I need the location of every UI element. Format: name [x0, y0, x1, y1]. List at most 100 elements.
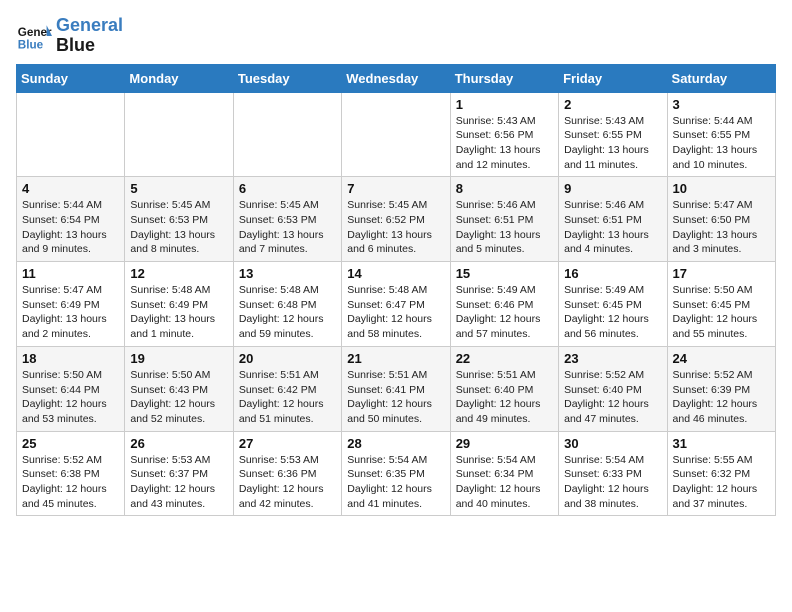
day-number: 30: [564, 436, 661, 451]
day-info: Sunrise: 5:51 AM Sunset: 6:42 PM Dayligh…: [239, 368, 336, 427]
day-info: Sunrise: 5:48 AM Sunset: 6:47 PM Dayligh…: [347, 283, 444, 342]
day-number: 13: [239, 266, 336, 281]
day-cell: 1Sunrise: 5:43 AM Sunset: 6:56 PM Daylig…: [450, 92, 558, 177]
day-info: Sunrise: 5:47 AM Sunset: 6:49 PM Dayligh…: [22, 283, 119, 342]
day-info: Sunrise: 5:53 AM Sunset: 6:36 PM Dayligh…: [239, 453, 336, 512]
day-number: 29: [456, 436, 553, 451]
day-number: 11: [22, 266, 119, 281]
week-row-1: 1Sunrise: 5:43 AM Sunset: 6:56 PM Daylig…: [17, 92, 776, 177]
day-info: Sunrise: 5:50 AM Sunset: 6:45 PM Dayligh…: [673, 283, 770, 342]
day-number: 15: [456, 266, 553, 281]
day-info: Sunrise: 5:48 AM Sunset: 6:48 PM Dayligh…: [239, 283, 336, 342]
day-cell: 13 Sunrise: 5:48 AM Sunset: 6:48 PM Dayli…: [233, 262, 341, 347]
day-info: Sunrise: 5:46 AM Sunset: 6:51 PM Dayligh…: [564, 198, 661, 257]
day-info: Sunrise: 5:43 AM Sunset: 6:56 PM Dayligh…: [456, 114, 553, 173]
day-cell: 31 Sunrise: 5:55 AM Sunset: 6:32 PM Dayli…: [667, 431, 775, 516]
col-header-thursday: Thursday: [450, 64, 558, 92]
day-info: Sunrise: 5:52 AM Sunset: 6:39 PM Dayligh…: [673, 368, 770, 427]
day-info: Sunrise: 5:51 AM Sunset: 6:40 PM Dayligh…: [456, 368, 553, 427]
col-header-saturday: Saturday: [667, 64, 775, 92]
logo: General Blue GeneralBlue: [16, 16, 123, 56]
day-number: 21: [347, 351, 444, 366]
day-cell: 19Sunrise: 5:50 AM Sunset: 6:43 PM Dayli…: [125, 346, 233, 431]
day-cell: 17 Sunrise: 5:50 AM Sunset: 6:45 PM Dayli…: [667, 262, 775, 347]
day-cell: 16 Sunrise: 5:49 AM Sunset: 6:45 PM Dayli…: [559, 262, 667, 347]
day-info: Sunrise: 5:45 AM Sunset: 6:53 PM Dayligh…: [239, 198, 336, 257]
day-number: 25: [22, 436, 119, 451]
day-cell: [342, 92, 450, 177]
day-info: Sunrise: 5:48 AM Sunset: 6:49 PM Dayligh…: [130, 283, 227, 342]
day-cell: 14 Sunrise: 5:48 AM Sunset: 6:47 PM Dayli…: [342, 262, 450, 347]
day-number: 22: [456, 351, 553, 366]
week-row-5: 25 Sunrise: 5:52 AM Sunset: 6:38 PM Dayli…: [17, 431, 776, 516]
svg-text:Blue: Blue: [18, 38, 44, 51]
page-header: General Blue GeneralBlue: [16, 16, 776, 56]
day-cell: 5Sunrise: 5:45 AM Sunset: 6:53 PM Daylig…: [125, 177, 233, 262]
day-cell: 28 Sunrise: 5:54 AM Sunset: 6:35 PM Dayli…: [342, 431, 450, 516]
day-cell: 20 Sunrise: 5:51 AM Sunset: 6:42 PM Dayli…: [233, 346, 341, 431]
day-number: 17: [673, 266, 770, 281]
day-cell: 4 Sunrise: 5:44 AM Sunset: 6:54 PM Daylig…: [17, 177, 125, 262]
logo-text: GeneralBlue: [56, 16, 123, 56]
day-cell: 18 Sunrise: 5:50 AM Sunset: 6:44 PM Dayli…: [17, 346, 125, 431]
day-info: Sunrise: 5:51 AM Sunset: 6:41 PM Dayligh…: [347, 368, 444, 427]
day-cell: 10 Sunrise: 5:47 AM Sunset: 6:50 PM Dayli…: [667, 177, 775, 262]
day-info: Sunrise: 5:46 AM Sunset: 6:51 PM Dayligh…: [456, 198, 553, 257]
day-cell: 25 Sunrise: 5:52 AM Sunset: 6:38 PM Dayli…: [17, 431, 125, 516]
day-number: 2: [564, 97, 661, 112]
day-number: 27: [239, 436, 336, 451]
day-cell: 26 Sunrise: 5:53 AM Sunset: 6:37 PM Dayli…: [125, 431, 233, 516]
day-info: Sunrise: 5:54 AM Sunset: 6:34 PM Dayligh…: [456, 453, 553, 512]
day-info: Sunrise: 5:49 AM Sunset: 6:45 PM Dayligh…: [564, 283, 661, 342]
day-number: 14: [347, 266, 444, 281]
day-number: 9: [564, 181, 661, 196]
day-number: 23: [564, 351, 661, 366]
day-number: 31: [673, 436, 770, 451]
day-info: Sunrise: 5:53 AM Sunset: 6:37 PM Dayligh…: [130, 453, 227, 512]
day-cell: 3Sunrise: 5:44 AM Sunset: 6:55 PM Daylig…: [667, 92, 775, 177]
day-number: 12: [130, 266, 227, 281]
day-info: Sunrise: 5:44 AM Sunset: 6:54 PM Dayligh…: [22, 198, 119, 257]
day-number: 26: [130, 436, 227, 451]
day-number: 7: [347, 181, 444, 196]
day-number: 16: [564, 266, 661, 281]
day-cell: 12 Sunrise: 5:48 AM Sunset: 6:49 PM Dayli…: [125, 262, 233, 347]
day-cell: 15 Sunrise: 5:49 AM Sunset: 6:46 PM Dayli…: [450, 262, 558, 347]
day-cell: 29 Sunrise: 5:54 AM Sunset: 6:34 PM Dayli…: [450, 431, 558, 516]
day-info: Sunrise: 5:52 AM Sunset: 6:40 PM Dayligh…: [564, 368, 661, 427]
day-info: Sunrise: 5:50 AM Sunset: 6:44 PM Dayligh…: [22, 368, 119, 427]
day-number: 4: [22, 181, 119, 196]
day-info: Sunrise: 5:55 AM Sunset: 6:32 PM Dayligh…: [673, 453, 770, 512]
calendar-table: SundayMondayTuesdayWednesdayThursdayFrid…: [16, 64, 776, 517]
day-cell: 7 Sunrise: 5:45 AM Sunset: 6:52 PM Daylig…: [342, 177, 450, 262]
day-number: 6: [239, 181, 336, 196]
day-number: 10: [673, 181, 770, 196]
day-cell: 8 Sunrise: 5:46 AM Sunset: 6:51 PM Daylig…: [450, 177, 558, 262]
day-cell: 9 Sunrise: 5:46 AM Sunset: 6:51 PM Daylig…: [559, 177, 667, 262]
day-number: 5: [130, 181, 227, 196]
day-info: Sunrise: 5:43 AM Sunset: 6:55 PM Dayligh…: [564, 114, 661, 173]
day-cell: 23 Sunrise: 5:52 AM Sunset: 6:40 PM Dayli…: [559, 346, 667, 431]
day-cell: [125, 92, 233, 177]
day-number: 8: [456, 181, 553, 196]
week-row-3: 11 Sunrise: 5:47 AM Sunset: 6:49 PM Dayli…: [17, 262, 776, 347]
day-cell: [233, 92, 341, 177]
day-info: Sunrise: 5:45 AM Sunset: 6:52 PM Dayligh…: [347, 198, 444, 257]
col-header-wednesday: Wednesday: [342, 64, 450, 92]
day-info: Sunrise: 5:52 AM Sunset: 6:38 PM Dayligh…: [22, 453, 119, 512]
day-number: 24: [673, 351, 770, 366]
day-cell: 2 Sunrise: 5:43 AM Sunset: 6:55 PM Daylig…: [559, 92, 667, 177]
day-cell: 27 Sunrise: 5:53 AM Sunset: 6:36 PM Dayli…: [233, 431, 341, 516]
day-info: Sunrise: 5:54 AM Sunset: 6:35 PM Dayligh…: [347, 453, 444, 512]
day-info: Sunrise: 5:47 AM Sunset: 6:50 PM Dayligh…: [673, 198, 770, 257]
col-header-friday: Friday: [559, 64, 667, 92]
day-number: 20: [239, 351, 336, 366]
day-cell: 24 Sunrise: 5:52 AM Sunset: 6:39 PM Dayli…: [667, 346, 775, 431]
day-info: Sunrise: 5:49 AM Sunset: 6:46 PM Dayligh…: [456, 283, 553, 342]
day-number: 18: [22, 351, 119, 366]
day-info: Sunrise: 5:54 AM Sunset: 6:33 PM Dayligh…: [564, 453, 661, 512]
col-header-sunday: Sunday: [17, 64, 125, 92]
day-cell: 11 Sunrise: 5:47 AM Sunset: 6:49 PM Dayli…: [17, 262, 125, 347]
day-number: 3: [673, 97, 770, 112]
day-number: 28: [347, 436, 444, 451]
